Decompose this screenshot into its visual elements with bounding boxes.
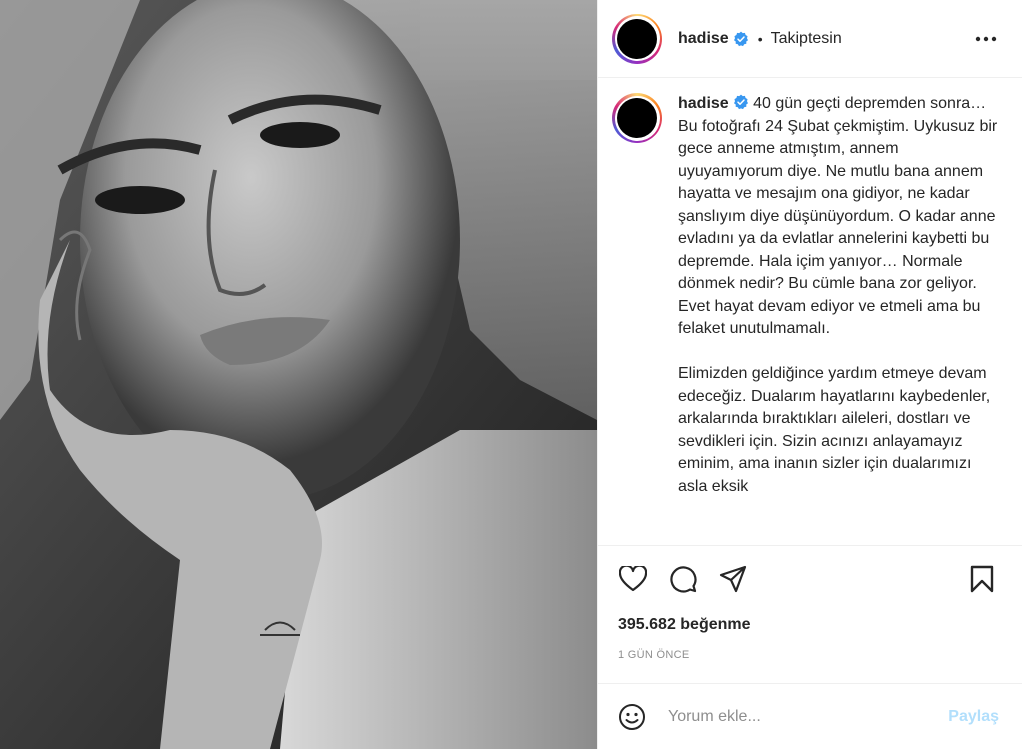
- post-header: hadise • Takiptesin: [598, 0, 1022, 78]
- caption-text: hadise 40 gün geçti depremden sonra… Bu …: [678, 93, 1003, 545]
- caption-avatar[interactable]: [617, 98, 657, 138]
- post-sidebar: hadise • Takiptesin hadise 40 gün geçti …: [597, 0, 1022, 749]
- post-timestamp[interactable]: 1 GÜN ÖNCE: [618, 649, 689, 661]
- caption-verified-badge-icon: [733, 94, 748, 110]
- post-photo[interactable]: [0, 0, 597, 749]
- photo-image: [0, 0, 597, 749]
- story-ring[interactable]: [612, 13, 662, 64]
- comment-input[interactable]: [668, 702, 938, 732]
- emoji-icon[interactable]: [616, 701, 648, 733]
- action-bar: 395.682 beğenme 1 GÜN ÖNCE: [598, 545, 1022, 677]
- follow-status-button[interactable]: Takiptesin: [771, 30, 842, 48]
- send-icon[interactable]: [716, 562, 750, 596]
- caption-area[interactable]: hadise 40 gün geçti depremden sonra… Bu …: [598, 79, 1022, 545]
- username-link[interactable]: hadise: [678, 30, 729, 48]
- verified-badge-icon: [733, 31, 748, 46]
- avatar[interactable]: [617, 18, 657, 59]
- more-options-icon[interactable]: [973, 26, 999, 52]
- likes-count[interactable]: 395.682 beğenme: [618, 616, 751, 634]
- post-comment-button[interactable]: Paylaş: [948, 708, 999, 726]
- caption-body: 40 gün geçti depremden sonra… Bu fotoğra…: [678, 95, 998, 495]
- comment-icon[interactable]: [666, 562, 700, 596]
- caption-username[interactable]: hadise: [678, 95, 729, 112]
- bookmark-icon[interactable]: [965, 562, 999, 596]
- comment-bar: Paylaş: [598, 683, 1022, 749]
- caption-story-ring[interactable]: [612, 93, 662, 143]
- separator-dot: •: [757, 30, 763, 47]
- heart-icon[interactable]: [616, 562, 650, 596]
